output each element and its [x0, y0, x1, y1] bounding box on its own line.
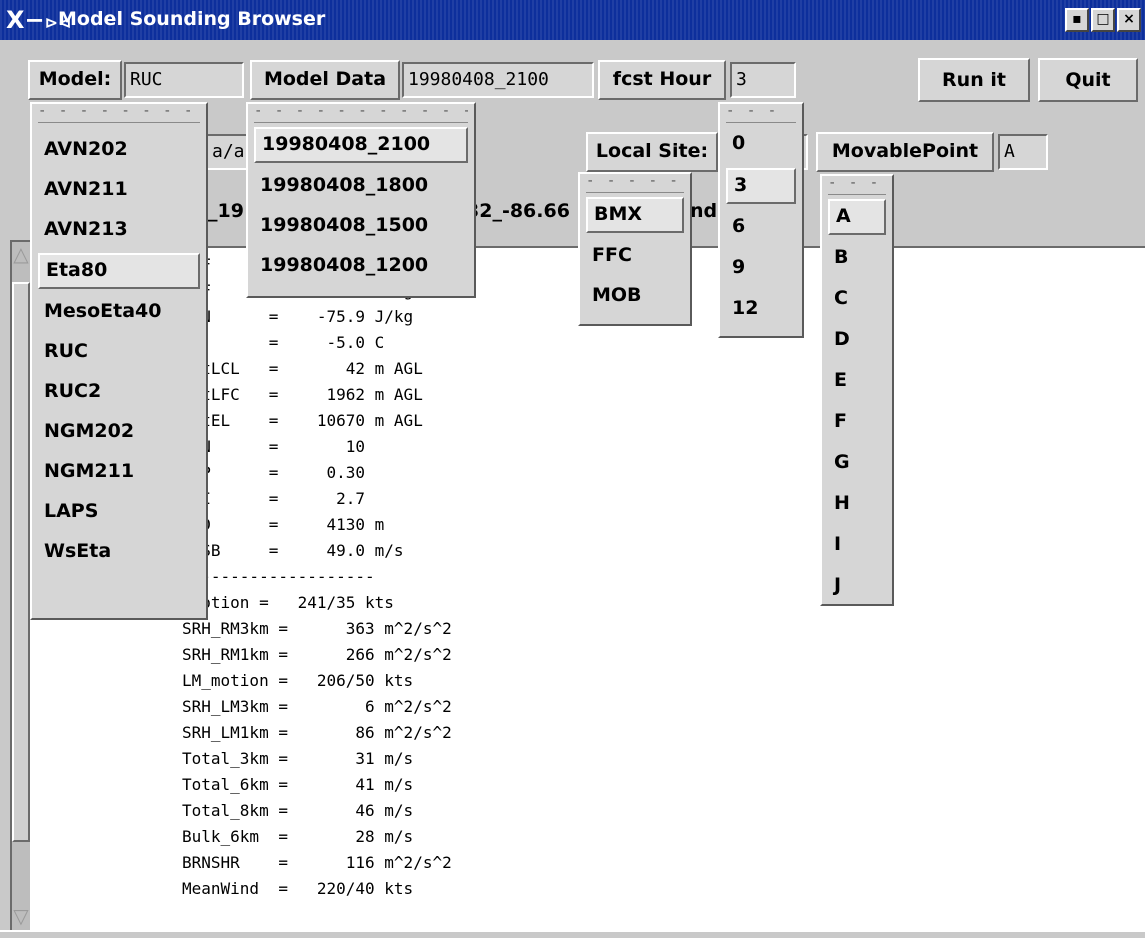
- output-line: VGP = 0.30: [182, 463, 366, 482]
- file-name-fragment-left: _19: [208, 200, 244, 222]
- window-title: Model Sounding Browser: [58, 8, 326, 30]
- model-button[interactable]: Model:: [28, 60, 122, 100]
- output-line: Bulk_6km = 28 m/s: [182, 827, 414, 846]
- model-menu-item[interactable]: RUC2: [32, 371, 206, 411]
- model-menu-item[interactable]: LAPS: [32, 491, 206, 531]
- output-line: MeanWind = 220/40 kts: [182, 879, 414, 898]
- output-line: SRH_RM3km = 363 m^2/s^2: [182, 619, 452, 638]
- local-site-menu-item[interactable]: MOB: [580, 275, 690, 315]
- fcst-hour-menu-item[interactable]: 12: [720, 288, 802, 329]
- model-data-menu-item[interactable]: 19980408_2100: [254, 127, 468, 163]
- model-menu-item[interactable]: NGM211: [32, 451, 206, 491]
- output-line: LI = -5.0 C: [182, 333, 385, 352]
- output-line: Total_8km = 46 m/s: [182, 801, 414, 820]
- menu-tearoff[interactable]: - - -: [828, 176, 886, 195]
- output-line: WCD = 4130 m: [182, 515, 385, 534]
- output-line: _motion = 241/35 kts: [182, 593, 394, 612]
- model-menu-item[interactable]: NGM202: [32, 411, 206, 451]
- movable-point-field[interactable]: A: [998, 134, 1048, 170]
- movable-point-menu-item[interactable]: G: [822, 442, 892, 483]
- fcst-hour-menu-item[interactable]: 6: [720, 206, 802, 247]
- file-name-fragment-right: nd: [690, 200, 718, 222]
- output-line: BRN = 10: [182, 437, 366, 456]
- local-site-menu-item[interactable]: FFC: [580, 235, 690, 275]
- output-line: hgtLFC = 1962 m AGL: [182, 385, 423, 404]
- movable-point-dropdown-menu[interactable]: - - - ABCDEFGHIJ: [820, 174, 894, 606]
- movable-point-menu-item[interactable]: E: [822, 360, 892, 401]
- menu-tearoff[interactable]: - - - - -: [586, 174, 684, 193]
- close-icon[interactable]: ×: [1117, 8, 1141, 32]
- minimize-icon[interactable]: ▪: [1065, 8, 1089, 32]
- model-menu-item[interactable]: MesoEta40: [32, 291, 206, 331]
- output-line: hgtLCL = 42 m AGL: [182, 359, 423, 378]
- menu-tearoff[interactable]: - - - - - - - - - - -: [254, 104, 468, 123]
- model-menu-item[interactable]: Eta80: [38, 253, 200, 289]
- movable-point-menu-item[interactable]: J: [822, 565, 892, 606]
- menu-tearoff[interactable]: - - -: [726, 104, 796, 123]
- model-data-dropdown-menu[interactable]: - - - - - - - - - - - 19980408_2100 19980…: [246, 102, 476, 298]
- model-data-field[interactable]: 19980408_2100: [402, 62, 594, 98]
- model-menu-item[interactable]: AVN211: [32, 169, 206, 209]
- fcst-hour-field[interactable]: 3: [730, 62, 796, 98]
- scroll-up-icon[interactable]: △: [12, 244, 30, 264]
- output-line: axSB = 49.0 m/s: [182, 541, 404, 560]
- menu-tearoff[interactable]: - - - - - - - -: [38, 104, 200, 123]
- x-window-icon[interactable]: X−⊳⊲: [6, 5, 71, 35]
- model-data-menu-item[interactable]: 19980408_1200: [248, 245, 474, 285]
- fcst-hour-button[interactable]: fcst Hour: [598, 60, 726, 100]
- file-name-fragment-mid: 32_-86.66: [466, 200, 570, 222]
- movable-point-menu-item[interactable]: F: [822, 401, 892, 442]
- movable-point-menu-item[interactable]: C: [822, 278, 892, 319]
- output-line: Total_3km = 31 m/s: [182, 749, 414, 768]
- fcst-hour-menu-item[interactable]: 3: [726, 168, 796, 204]
- output-line: EHI = 2.7: [182, 489, 366, 508]
- local-site-dropdown-menu[interactable]: - - - - - BMX FFC MOB: [578, 172, 692, 326]
- model-data-button[interactable]: Model Data: [250, 60, 400, 100]
- run-it-button[interactable]: Run it: [918, 58, 1030, 102]
- movable-point-button[interactable]: MovablePoint: [816, 132, 994, 172]
- scrollbar-thumb[interactable]: [12, 282, 30, 842]
- horizontal-scrollbar[interactable]: [0, 930, 1145, 938]
- fcst-hour-menu-item[interactable]: 9: [720, 247, 802, 288]
- fcst-hour-menu-item[interactable]: 0: [720, 123, 802, 164]
- quit-button[interactable]: Quit: [1038, 58, 1138, 102]
- fcst-hour-dropdown-menu[interactable]: - - - 0 3 6 9 12: [718, 102, 804, 338]
- output-line: SRH_LM3km = 6 m^2/s^2: [182, 697, 452, 716]
- output-line: hgtEL = 10670 m AGL: [182, 411, 423, 430]
- model-data-menu-item[interactable]: 19980408_1800: [248, 165, 474, 205]
- model-menu-item[interactable]: AVN202: [32, 129, 206, 169]
- model-dropdown-menu[interactable]: - - - - - - - - AVN202 AVN211 AVN213 Eta80 M…: [30, 102, 208, 620]
- movable-point-menu-item[interactable]: B: [822, 237, 892, 278]
- output-line: Total_6km = 41 m/s: [182, 775, 414, 794]
- maximize-icon[interactable]: □: [1091, 8, 1115, 32]
- model-menu-item[interactable]: AVN213: [32, 209, 206, 249]
- model-data-menu-item[interactable]: 19980408_1500: [248, 205, 474, 245]
- model-menu-item[interactable]: RUC: [32, 331, 206, 371]
- output-line: SRH_RM1km = 266 m^2/s^2: [182, 645, 452, 664]
- vertical-scrollbar[interactable]: △ ▽: [10, 240, 32, 932]
- movable-point-menu-item[interactable]: I: [822, 524, 892, 565]
- output-line: SRH_LM1km = 86 m^2/s^2: [182, 723, 452, 742]
- sounding-output-text: CAF /kgCAF /kgCIN = -75.9 J/kgLI = -5.0 …: [182, 252, 452, 902]
- output-line: ------------------: [182, 567, 375, 586]
- local-site-menu-item[interactable]: BMX: [586, 197, 684, 233]
- model-menu-item[interactable]: WsEta: [32, 531, 206, 571]
- scroll-down-icon[interactable]: ▽: [12, 906, 30, 926]
- movable-point-menu-item[interactable]: H: [822, 483, 892, 524]
- output-line: CIN = -75.9 J/kg: [182, 307, 414, 326]
- model-field[interactable]: RUC: [124, 62, 244, 98]
- output-line: BRNSHR = 116 m^2/s^2: [182, 853, 452, 872]
- output-line: LM_motion = 206/50 kts: [182, 671, 414, 690]
- movable-point-menu-item[interactable]: D: [822, 319, 892, 360]
- local-site-button[interactable]: Local Site:: [586, 132, 718, 172]
- movable-point-menu-item[interactable]: A: [828, 199, 886, 235]
